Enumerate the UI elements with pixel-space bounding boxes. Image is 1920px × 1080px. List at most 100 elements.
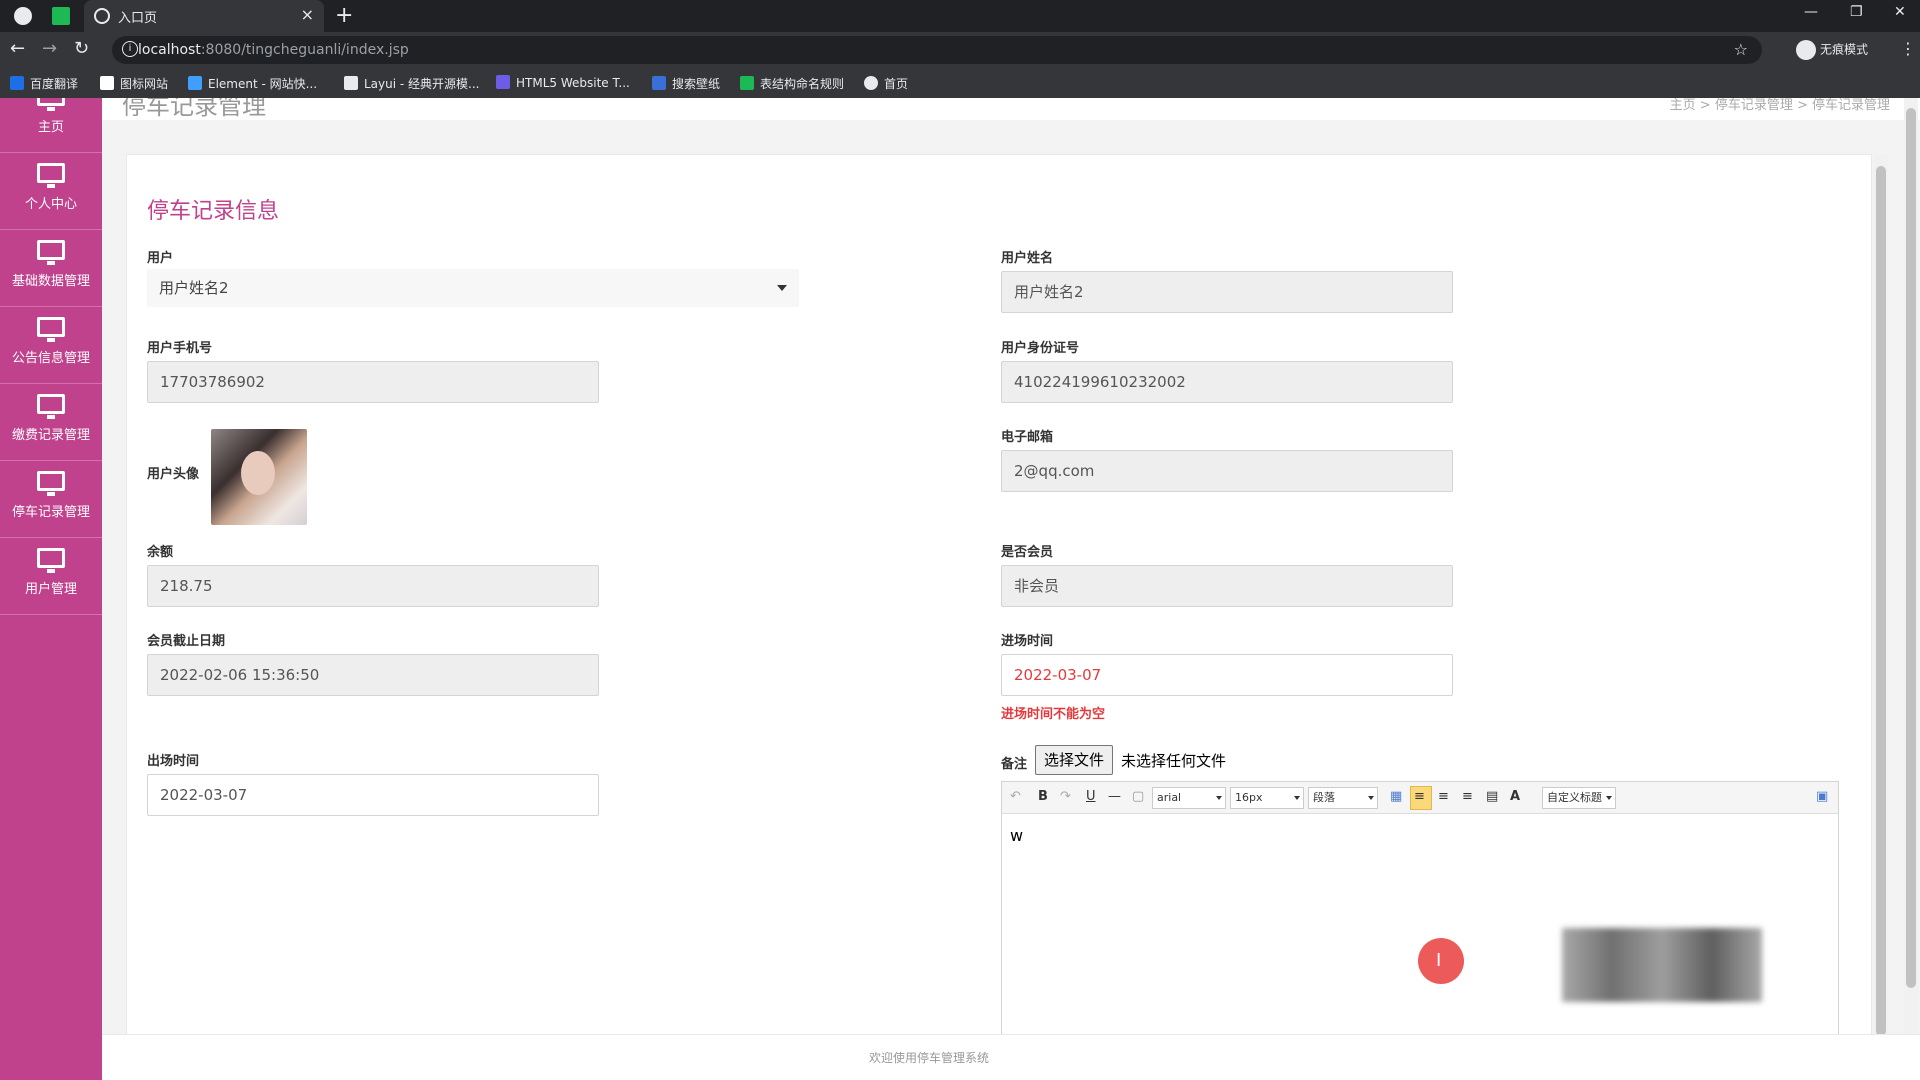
- browser-tabstrip: 入口页 × + — ❐ ✕: [0, 0, 1920, 32]
- monitor-icon: [37, 163, 65, 188]
- clipboard-icon[interactable]: ▢: [1132, 789, 1144, 804]
- monitor-icon: [37, 98, 65, 111]
- phone-field[interactable]: 17703786902: [147, 361, 599, 403]
- address-bar[interactable]: i localhost:8080/tingcheguanli/index.jsp…: [112, 36, 1762, 64]
- idcard-label: 用户身份证号: [1001, 341, 1080, 356]
- align-left-icon[interactable]: ≡: [1414, 789, 1425, 804]
- paragraph-select[interactable]: 段落: [1308, 787, 1378, 809]
- choose-file-button[interactable]: 选择文件: [1035, 745, 1114, 775]
- idcard-field[interactable]: 410224199610232002: [1001, 361, 1453, 403]
- bookmark-item[interactable]: HTML5 Website T...: [496, 75, 630, 90]
- phone-label: 用户手机号: [147, 341, 213, 356]
- bookmark-item[interactable]: 表结构命名规则: [740, 75, 844, 92]
- table-icon[interactable]: ▦: [1390, 789, 1402, 804]
- entry-time-error: 进场时间不能为空: [1001, 707, 1106, 722]
- email-field[interactable]: 2@qq.com: [1001, 450, 1453, 492]
- bookmark-item[interactable]: 搜索壁纸: [652, 75, 720, 92]
- page-title: 停车记录管理: [122, 98, 266, 120]
- incognito-icon: [1796, 40, 1816, 60]
- page-header: 停车记录管理 主页 > 停车记录管理 > 停车记录管理: [102, 98, 1920, 120]
- underline-icon[interactable]: U: [1086, 789, 1096, 804]
- app-root: 主页 个人中心 基础数据管理 公告信息管理 缴费记录管理 停车记录管理 用户管理: [0, 98, 1920, 1080]
- monitor-icon: [37, 317, 65, 342]
- monitor-icon: [37, 394, 65, 419]
- custom-title-select[interactable]: 自定义标题: [1542, 787, 1616, 809]
- sidebar-item-profile[interactable]: 个人中心: [0, 153, 102, 230]
- horizontal-rule-icon[interactable]: —: [1108, 789, 1121, 804]
- member-expire-field[interactable]: 2022-02-06 15:36:50: [147, 654, 599, 696]
- rich-text-editor[interactable]: ↶ B ↷ U — ▢ arial 16px 段落 ▦ ≡ ≡ ≡ ▤ A 自定…: [1001, 781, 1839, 1051]
- forward-icon[interactable]: →: [42, 38, 57, 59]
- url-text: localhost:8080/tingcheguanli/index.jsp: [138, 42, 409, 58]
- sidebar-item-parking[interactable]: 停车记录管理: [0, 461, 102, 538]
- sidebar-item-label: 主页: [37, 120, 64, 135]
- monitor-icon: [37, 548, 65, 573]
- align-justify-icon[interactable]: ▤: [1486, 789, 1498, 804]
- exit-time-field[interactable]: 2022-03-07: [147, 774, 599, 816]
- tab-close-icon[interactable]: ×: [301, 5, 314, 24]
- restore-icon[interactable]: ❐: [1850, 4, 1863, 20]
- fullscreen-icon[interactable]: ▣: [1816, 789, 1828, 804]
- browser-menu-icon[interactable]: ⋮: [1900, 39, 1916, 58]
- page-scrollbar[interactable]: [1904, 98, 1918, 1080]
- align-right-icon[interactable]: ≡: [1462, 789, 1473, 804]
- back-icon[interactable]: ←: [10, 38, 25, 59]
- align-center-icon[interactable]: ≡: [1438, 789, 1449, 804]
- page-scrollbar-thumb[interactable]: [1906, 108, 1916, 988]
- balance-field[interactable]: 218.75: [147, 565, 599, 607]
- font-family-select[interactable]: arial: [1152, 787, 1226, 809]
- window-close-icon[interactable]: ✕: [1894, 4, 1906, 20]
- sidebar-item-notices[interactable]: 公告信息管理: [0, 307, 102, 384]
- undo-icon[interactable]: ↶: [1010, 789, 1021, 804]
- username-field[interactable]: 用户姓名2: [1001, 271, 1453, 313]
- new-tab-icon[interactable]: +: [335, 3, 353, 28]
- sidebar-item-label: 缴费记录管理: [11, 428, 90, 443]
- scrollbar-thumb[interactable]: [1876, 166, 1886, 1036]
- member-field[interactable]: 非会员: [1001, 565, 1453, 607]
- sidebar: 主页 个人中心 基础数据管理 公告信息管理 缴费记录管理 停车记录管理 用户管理: [0, 98, 102, 1080]
- font-color-icon[interactable]: A: [1510, 789, 1520, 804]
- member-expire-label: 会员截止日期: [147, 634, 226, 649]
- sidebar-item-label: 个人中心: [24, 197, 77, 212]
- redo-icon[interactable]: ↷: [1060, 789, 1071, 804]
- sidebar-item-label: 公告信息管理: [11, 351, 90, 366]
- vertical-scrollbar[interactable]: [1874, 154, 1888, 1040]
- entry-time-field[interactable]: 2022-03-07: [1001, 654, 1453, 696]
- font-size-select[interactable]: 16px: [1230, 787, 1304, 809]
- blurred-overlay: [1562, 928, 1762, 1002]
- sidebar-item-payments[interactable]: 缴费记录管理: [0, 384, 102, 461]
- pinned-tab-icon[interactable]: [52, 7, 70, 25]
- browser-app-icon: [14, 7, 32, 25]
- site-info-icon[interactable]: i: [122, 41, 138, 57]
- browser-toolbar: ← → ↻ i localhost:8080/tingcheguanli/ind…: [0, 32, 1920, 68]
- sidebar-item-home[interactable]: 主页: [0, 98, 102, 153]
- main-content: 停车记录管理 主页 > 停车记录管理 > 停车记录管理 停车记录信息 用户 用户…: [102, 98, 1920, 1080]
- bookmark-star-icon[interactable]: ☆: [1734, 40, 1748, 59]
- avatar-label: 用户头像: [147, 467, 200, 482]
- bookmark-item[interactable]: Element - 网站快...: [188, 75, 317, 92]
- breadcrumb[interactable]: 主页 > 停车记录管理 > 停车记录管理: [1670, 98, 1890, 113]
- balance-label: 余额: [147, 545, 174, 560]
- sidebar-item-users[interactable]: 用户管理: [0, 538, 102, 615]
- bookmark-item[interactable]: 图标网站: [100, 75, 168, 92]
- bold-icon[interactable]: B: [1038, 789, 1048, 804]
- sidebar-item-label: 基础数据管理: [11, 274, 90, 289]
- chevron-down-icon: [777, 285, 787, 291]
- user-select[interactable]: 用户姓名2: [147, 269, 799, 307]
- text-cursor-icon: I: [1436, 950, 1442, 971]
- bookmark-item[interactable]: 首页: [864, 75, 908, 92]
- form-title: 停车记录信息: [147, 199, 280, 224]
- user-label: 用户: [147, 251, 174, 266]
- minimize-icon[interactable]: —: [1804, 4, 1818, 20]
- reload-icon[interactable]: ↻: [74, 38, 89, 59]
- sidebar-item-base-data[interactable]: 基础数据管理: [0, 230, 102, 307]
- editor-toolbar: ↶ B ↷ U — ▢ arial 16px 段落 ▦ ≡ ≡ ≡ ▤ A 自定…: [1002, 782, 1838, 814]
- incognito-indicator[interactable]: 无痕模式: [1796, 40, 1868, 60]
- tab-entry-page[interactable]: 入口页 ×: [84, 0, 324, 32]
- editor-content[interactable]: w: [1010, 826, 1023, 845]
- bookmark-item[interactable]: Layui - 经典开源模...: [344, 75, 479, 92]
- sidebar-item-label: 停车记录管理: [11, 505, 90, 520]
- footer-text: 欢迎使用停车管理系统: [868, 1051, 989, 1065]
- username-label: 用户姓名: [1001, 251, 1054, 266]
- bookmark-item[interactable]: 百度翻译: [10, 75, 78, 92]
